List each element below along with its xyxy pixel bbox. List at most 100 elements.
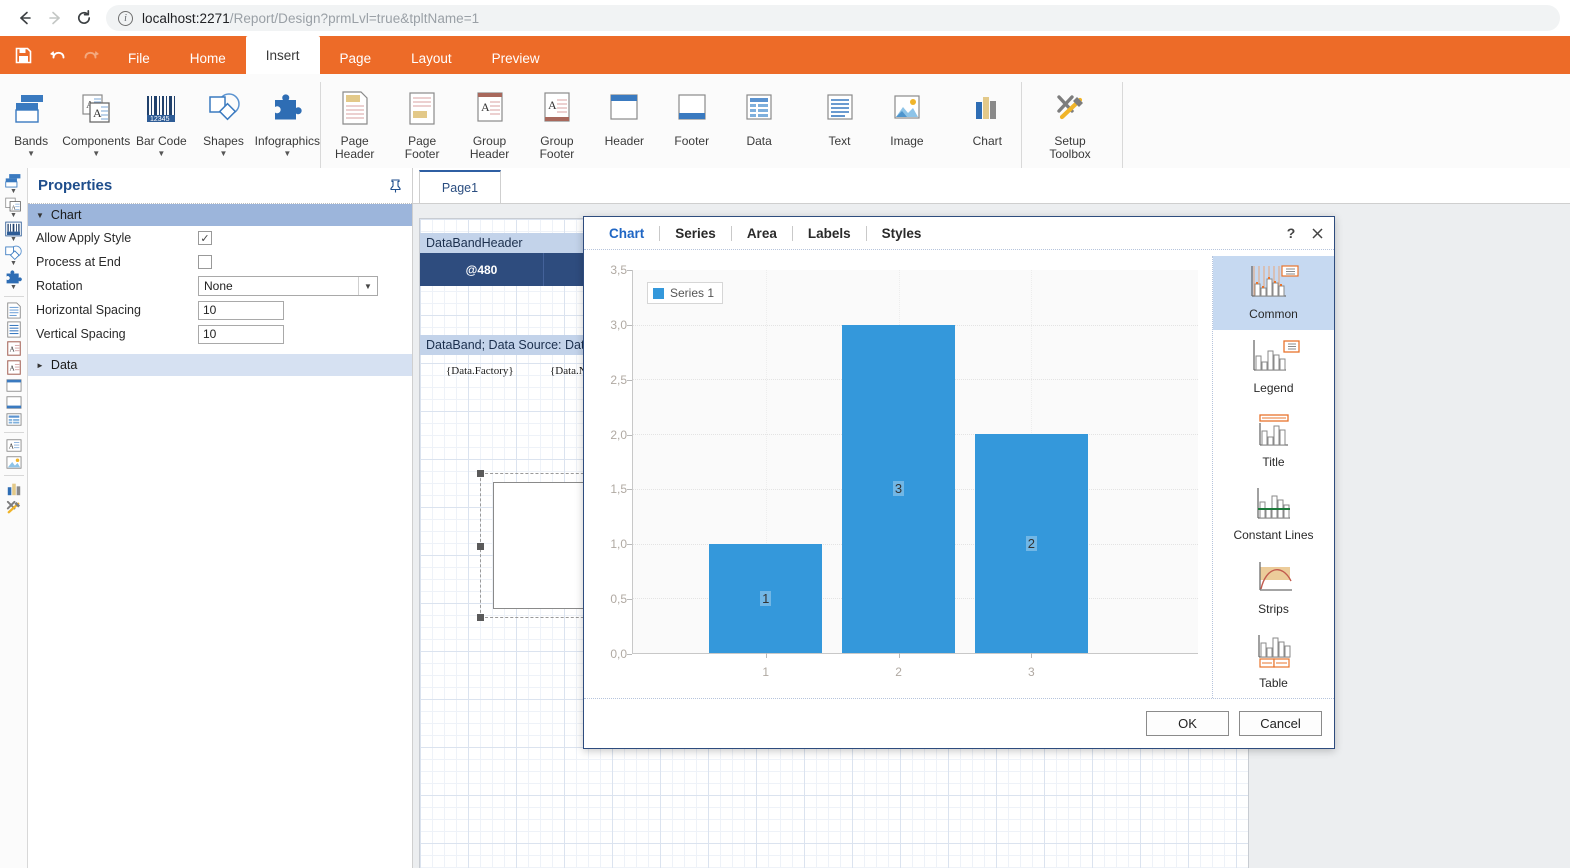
ribbon-button-data[interactable]: Data (725, 80, 792, 148)
tab-insert[interactable]: Insert (245, 36, 320, 74)
dialog-tab-chart[interactable]: Chart (594, 225, 661, 241)
rail-button-shapes[interactable]: ▼ (4, 245, 23, 267)
process-at-end-checkbox[interactable] (198, 255, 212, 269)
footer-icon (6, 396, 21, 409)
ribbon-label: Shapes (203, 134, 244, 148)
chevron-down-icon[interactable]: ▼ (10, 236, 17, 243)
pin-icon[interactable] (389, 178, 402, 193)
chevron-down-icon[interactable]: ▼ (10, 260, 17, 267)
cancel-button[interactable]: Cancel (1239, 711, 1322, 736)
allow-apply-style-checkbox[interactable]: ✓ (198, 231, 212, 245)
tab-page[interactable]: Page (320, 42, 392, 74)
redo-button[interactable] (74, 36, 108, 74)
info-circle-icon[interactable]: i (118, 10, 133, 26)
page-tab-page1[interactable]: Page1 (419, 170, 501, 203)
rail-button-image[interactable] (5, 455, 23, 470)
ribbon-button-group-footer[interactable]: A Group Footer (523, 80, 590, 161)
ribbon-button-shapes[interactable]: Shapes ▼ (192, 80, 254, 158)
rail-button-chart[interactable] (5, 481, 23, 497)
data-field-factory[interactable]: {Data.Factory} (446, 365, 514, 377)
rail-button-footer[interactable] (5, 395, 23, 410)
chart-type-strips[interactable]: Strips (1213, 551, 1334, 625)
ribbon-button-barcode[interactable]: 12345 Bar Code ▼ (130, 80, 192, 158)
bar-category-1[interactable]: 1 (709, 543, 823, 653)
ribbon-button-bands[interactable]: Bands ▼ (0, 80, 62, 158)
chart-type-title[interactable]: Title (1213, 403, 1334, 477)
chart-editor-dialog[interactable]: Chart Series Area Labels Styles ? 0,0 0,… (583, 216, 1335, 749)
rail-button-header[interactable] (5, 378, 23, 393)
ribbon-button-infographics[interactable]: Infographics ▼ (255, 80, 320, 158)
bar-category-3[interactable]: 2 (974, 434, 1088, 653)
chart-type-legend[interactable]: Legend (1213, 330, 1334, 404)
save-button[interactable] (6, 36, 40, 74)
chart-type-common[interactable]: Common (1213, 256, 1334, 330)
chevron-down-icon[interactable]: ▼ (10, 284, 17, 291)
main-area: ▼ A ▼ ▼ ▼ ▼ A A A Properties ▼ Chart All… (0, 168, 1570, 868)
rail-button-data[interactable] (5, 412, 23, 427)
tab-preview[interactable]: Preview (472, 42, 560, 74)
chevron-down-icon[interactable]: ▼ (220, 150, 228, 158)
ribbon-button-footer[interactable]: Footer (658, 80, 725, 148)
properties-section-data[interactable]: ► Data (28, 354, 412, 376)
rotation-select[interactable]: None ▼ (198, 276, 378, 296)
rail-button-barcode[interactable]: ▼ (4, 221, 23, 243)
tab-layout[interactable]: Layout (391, 42, 472, 74)
rail-button-setup-toolbox[interactable] (4, 499, 23, 516)
rail-button-group-footer[interactable]: A (5, 359, 23, 376)
chevron-down-icon[interactable]: ▼ (92, 150, 100, 158)
tab-file[interactable]: File (108, 42, 170, 74)
properties-section-chart[interactable]: ▼ Chart (28, 204, 412, 226)
chevron-down-icon[interactable]: ▼ (10, 188, 17, 195)
dialog-tab-styles[interactable]: Styles (867, 226, 937, 241)
back-button[interactable] (10, 3, 40, 33)
undo-button[interactable] (40, 36, 74, 74)
dialog-tab-series[interactable]: Series (660, 225, 732, 241)
rail-button-page-footer[interactable] (5, 321, 23, 338)
chart-legend[interactable]: Series 1 (647, 282, 724, 304)
ribbon-button-text[interactable]: Text (806, 80, 873, 148)
dialog-body: 0,0 0,5 1,0 1,5 2,0 2,5 3,0 3,5 1 3 2 1 … (584, 250, 1334, 698)
forward-button[interactable] (40, 3, 70, 33)
chevron-down-icon[interactable]: ▼ (358, 277, 377, 295)
rail-divider (3, 432, 24, 433)
ribbon-button-chart[interactable]: Chart (954, 80, 1021, 148)
rail-button-page-header[interactable] (5, 302, 23, 319)
bar-category-2[interactable]: 3 (842, 324, 956, 653)
rail-button-infographics[interactable]: ▼ (4, 269, 23, 291)
chevron-down-icon[interactable]: ▼ (157, 150, 165, 158)
band-header-cell[interactable]: @480 (420, 253, 544, 286)
vertical-spacing-input[interactable]: 10 (198, 324, 284, 344)
reload-button[interactable] (70, 4, 98, 32)
rail-button-text[interactable]: A (5, 438, 23, 453)
tab-home[interactable]: Home (170, 42, 246, 74)
resize-handle-bottom-left[interactable] (477, 614, 484, 621)
chevron-down-icon[interactable]: ▼ (283, 150, 291, 158)
rail-button-group-header[interactable]: A (5, 340, 23, 357)
resize-handle-top-left[interactable] (477, 470, 484, 477)
resize-handle-middle-left[interactable] (477, 543, 484, 550)
ribbon-button-components[interactable]: A A Components ▼ (62, 80, 130, 158)
ribbon-label: Bands (14, 134, 49, 148)
chart-type-constant-lines[interactable]: Constant Lines (1213, 477, 1334, 551)
dialog-tab-labels[interactable]: Labels (793, 225, 867, 241)
close-icon[interactable] (1304, 220, 1330, 246)
ribbon-button-header[interactable]: Header (591, 80, 658, 148)
ok-button[interactable]: OK (1146, 711, 1229, 736)
dialog-tab-area[interactable]: Area (732, 225, 793, 241)
chart-preview[interactable]: 0,0 0,5 1,0 1,5 2,0 2,5 3,0 3,5 1 3 2 1 … (584, 256, 1212, 698)
chevron-down-icon[interactable]: ▼ (27, 150, 35, 158)
address-bar[interactable]: i localhost:2271/Report/Design?prmLvl=tr… (106, 5, 1560, 31)
question-mark-icon[interactable]: ? (1278, 220, 1304, 246)
svg-text:A: A (481, 100, 490, 114)
chart-type-table[interactable]: Table (1213, 624, 1334, 698)
ribbon-button-page-header[interactable]: Page Header (321, 80, 388, 161)
rail-button-bands[interactable]: ▼ (4, 173, 23, 195)
ribbon-button-image[interactable]: Image (873, 80, 940, 148)
ribbon-button-page-footer[interactable]: Page Footer (388, 80, 455, 161)
chevron-down-icon[interactable]: ▼ (10, 212, 17, 219)
ribbon-label: Chart (972, 134, 1002, 148)
ribbon-button-setup-toolbox[interactable]: Setup Toolbox (1022, 80, 1118, 161)
ribbon-button-group-header[interactable]: A Group Header (456, 80, 523, 161)
horizontal-spacing-input[interactable]: 10 (198, 300, 284, 320)
rail-button-components[interactable]: A ▼ (4, 197, 23, 219)
